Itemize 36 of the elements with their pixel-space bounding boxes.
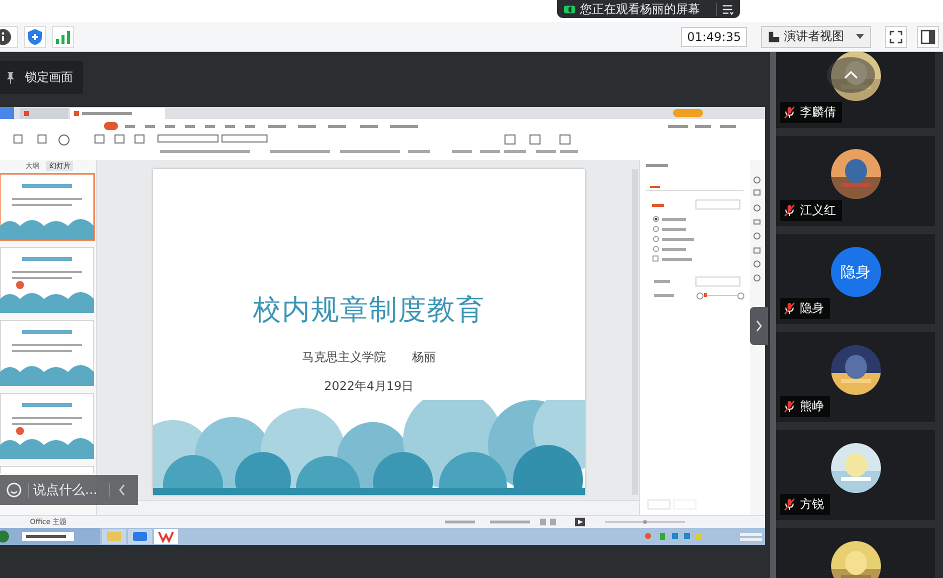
meeting-timer: 01:49:35 bbox=[681, 26, 747, 46]
shield-icon[interactable] bbox=[24, 26, 46, 48]
collapse-sidebar-button[interactable] bbox=[750, 307, 768, 345]
slide-thumbnail[interactable] bbox=[0, 320, 94, 386]
layout-icon bbox=[768, 30, 780, 42]
presenter-name: 杨丽 bbox=[412, 349, 436, 366]
banner-text: 您正在观看杨丽的屏幕 bbox=[580, 0, 701, 18]
caret-icon bbox=[856, 34, 864, 39]
name-tag: 李麟倩 bbox=[780, 102, 842, 123]
slide-title: 校内规章制度教育 bbox=[252, 292, 485, 328]
emoji-icon[interactable] bbox=[6, 482, 22, 498]
view-mode-dropdown[interactable]: 演讲者视图 bbox=[761, 26, 871, 48]
name-tag: 隐身 bbox=[780, 298, 830, 319]
chevron-up-icon bbox=[844, 71, 858, 79]
avatar-initials: 隐身 bbox=[830, 247, 880, 297]
lock-view-button[interactable]: 锁定画面 bbox=[0, 61, 83, 94]
fullscreen-icon[interactable] bbox=[885, 26, 907, 48]
name-tag: 江义红 bbox=[780, 200, 842, 221]
sidebar-toggle-icon[interactable] bbox=[917, 26, 939, 48]
name-tag: 熊峥 bbox=[780, 396, 830, 417]
slide-thumbnail[interactable] bbox=[0, 466, 94, 473]
slide-thumbnail[interactable] bbox=[0, 247, 94, 313]
menu-icon[interactable] bbox=[716, 2, 734, 16]
name-tag: 方锐 bbox=[780, 494, 830, 515]
chevron-left-icon[interactable] bbox=[109, 483, 126, 497]
pin-icon bbox=[6, 71, 15, 84]
slide-thumbnail[interactable] bbox=[0, 393, 94, 459]
info-icon[interactable] bbox=[0, 26, 18, 48]
signal-icon[interactable] bbox=[52, 26, 74, 48]
scroll-up-button[interactable] bbox=[827, 57, 875, 93]
slide-thumbnail[interactable] bbox=[0, 174, 94, 240]
slide-date: 2022年4月19日 bbox=[324, 378, 414, 395]
chat-popup[interactable]: 说点什么... bbox=[0, 475, 138, 505]
department-name: 马克思主义学院 bbox=[302, 349, 386, 366]
chat-input-field[interactable]: 说点什么... bbox=[28, 482, 103, 498]
chevron-right-icon bbox=[755, 319, 763, 333]
